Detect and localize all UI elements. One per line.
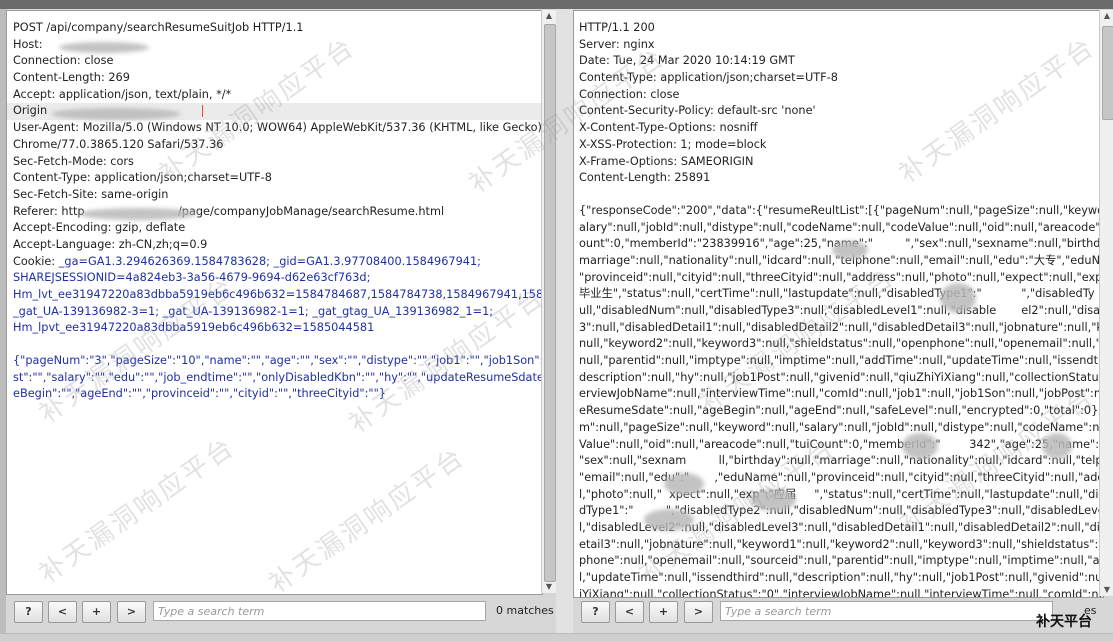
- response-body-line: eResumeSdate":null,"ageBegin":null,"ageE…: [579, 404, 1103, 418]
- scroll-up-icon[interactable]: ▲: [542, 10, 556, 22]
- redaction-blur: [1042, 433, 1072, 459]
- help-button[interactable]: ?: [581, 601, 610, 623]
- response-scrollbar[interactable]: ▲ ▼: [1099, 10, 1113, 596]
- content-type-header: Content-Type: application/json;charset=U…: [13, 171, 272, 185]
- response-body-line: null,"parentid":null,"imptype":null,"imp…: [579, 354, 1103, 368]
- cookie-header: Cookie: _ga=GA1.3.294626369.1584783628; …: [13, 254, 542, 271]
- redaction-blur: [644, 509, 694, 531]
- origin-label: Origin: [13, 104, 48, 118]
- help-button[interactable]: ?: [14, 601, 43, 623]
- user-agent-header: User-Agent: Mozilla/5.0 (Windows NT 10.0…: [13, 121, 542, 135]
- response-body-line: iYiXiang":null,"collectionStatus":"0","i…: [579, 587, 1103, 598]
- redaction-blur: [940, 283, 976, 313]
- cookie-value-line: Hm_lpvt_ee31947220a83dbba5919eb6c496b632…: [13, 321, 375, 335]
- response-pane[interactable]: HTTP/1.1 200 Server: nginx Date: Tue, 24…: [573, 10, 1104, 598]
- request-body-line: st":"","salary":"","edu":"","job_endtime…: [13, 370, 542, 384]
- next-button[interactable]: >: [117, 601, 146, 623]
- cookie-value: _ga=GA1.3.294626369.1584783628; _gid=GA1…: [58, 254, 481, 268]
- response-body-line: etail3":null,"jobnature":null,"keyword1"…: [579, 537, 1103, 551]
- content-length-header: Content-Length: 25891: [579, 171, 711, 185]
- request-scrollbar[interactable]: ▲ ▼: [541, 10, 556, 593]
- redaction-blur: [750, 489, 796, 511]
- user-agent-header-cont: Chrome/77.0.3865.120 Safari/537.36: [13, 137, 224, 151]
- request-editor[interactable]: POST /api/company/searchResumeSuitJob HT…: [7, 11, 542, 594]
- response-body-line: ull,"disabledNum":null,"disabledType3":n…: [579, 304, 1103, 317]
- redaction-blur: [59, 42, 149, 53]
- header-body-separator: [13, 337, 542, 353]
- response-body-line: "sex":null,"sexnam ll,"birthday":null,"m…: [579, 454, 1103, 468]
- sec-fetch-site-header: Sec-Fetch-Site: same-origin: [13, 187, 169, 201]
- origin-cursor: [202, 105, 204, 118]
- request-body-line: {"pageNum":"3","pageSize":"10","name":""…: [13, 354, 542, 368]
- cookie-label: Cookie:: [13, 254, 59, 268]
- response-body-line: description":null,"hy":null,"job1Post":n…: [579, 370, 1103, 384]
- previous-button[interactable]: <: [48, 601, 77, 623]
- accept-header: Accept: application/json, text/plain, */…: [13, 87, 232, 101]
- cookie-value-line: SHAREJSESSIONID=4a824eb3-3a56-4679-9694-…: [13, 271, 371, 285]
- server-header: Server: nginx: [579, 37, 655, 51]
- response-body-line: null,"keyword2":null,"keyword3":null,"sh…: [579, 337, 1103, 351]
- response-body-line: Value":null,"oid":null,"areacode":null,"…: [579, 437, 1103, 451]
- scroll-up-icon[interactable]: ▲: [1100, 10, 1113, 22]
- response-body-line: {"responseCode":"200","data":{"resumeReu…: [579, 203, 1103, 217]
- content-length-header: Content-Length: 269: [13, 71, 130, 85]
- csp-header: Content-Security-Policy: default-src 'no…: [579, 104, 816, 118]
- status-line: HTTP/1.1 200: [579, 21, 655, 34]
- next-button[interactable]: >: [684, 601, 713, 623]
- x-xss-protection-header: X-XSS-Protection: 1; mode=block: [579, 137, 767, 151]
- scroll-thumb[interactable]: [1102, 26, 1113, 120]
- x-content-type-options-header: X-Content-Type-Options: nosniff: [579, 121, 758, 135]
- response-body-line: m":null,"pageSize":null,"keyword":null,"…: [579, 420, 1103, 434]
- redaction-blur: [79, 208, 197, 220]
- header-body-separator: [579, 187, 1103, 203]
- content-type-header: Content-Type: application/json;charset=U…: [579, 71, 838, 85]
- redaction-blur: [832, 241, 868, 259]
- scroll-down-icon[interactable]: ▼: [1100, 584, 1113, 596]
- previous-button[interactable]: <: [615, 601, 644, 623]
- response-body-line: alary":null,"jobId":null,"distype":null,…: [579, 220, 1103, 234]
- match-count: 0 matches: [496, 604, 554, 617]
- cookie-value-line: Hm_lvt_ee31947220a83dbba5919eb6c496b632=…: [13, 288, 542, 301]
- accept-encoding-header: Accept-Encoding: gzip, deflate: [13, 221, 186, 235]
- search-input[interactable]: Type a search term: [720, 601, 1053, 621]
- window-top-bar: [0, 0, 1113, 9]
- add-button[interactable]: +: [649, 601, 678, 623]
- response-body-line: 毕业生","status":null,"certTime":null,"last…: [579, 287, 1103, 301]
- response-editor[interactable]: HTTP/1.1 200 Server: nginx Date: Tue, 24…: [574, 11, 1103, 597]
- response-body-line: "email":null,"edu":" ,"eduName":null,"pr…: [579, 470, 1103, 484]
- sec-fetch-mode-header: Sec-Fetch-Mode: cors: [13, 154, 134, 168]
- redaction-blur: [664, 473, 704, 495]
- accept-language-header: Accept-Language: zh-CN,zh;q=0.9: [13, 237, 208, 251]
- response-body-line: phone":null,"openemail":null,"sourceid":…: [579, 554, 1103, 568]
- search-input[interactable]: Type a search term: [153, 601, 486, 621]
- pane-divider[interactable]: [556, 9, 573, 640]
- cookie-value-line: _gat_UA-139136982-3=1; _gat_UA-139136982…: [13, 304, 494, 318]
- request-line: POST /api/company/searchResumeSuitJob HT…: [13, 21, 304, 34]
- request-pane[interactable]: POST /api/company/searchResumeSuitJob HT…: [6, 10, 543, 595]
- connection-header: Connection: close: [13, 54, 114, 68]
- redaction-blur: [51, 108, 181, 120]
- scroll-thumb[interactable]: [544, 24, 556, 582]
- date-header: Date: Tue, 24 Mar 2020 10:14:19 GMT: [579, 54, 795, 68]
- connection-header: Connection: close: [579, 87, 680, 101]
- x-frame-options-header: X-Frame-Options: SAMEORIGIN: [579, 154, 754, 168]
- response-search-toolbar: ? < + > Type a search term es: [581, 601, 1111, 629]
- request-search-toolbar: ? < + > Type a search term 0 matches: [14, 601, 554, 629]
- response-body-line: 3":null,"disabledDetail1":null,"disabled…: [579, 320, 1103, 334]
- response-body-line: erviewJobName":null,"interviewTime":null…: [579, 387, 1103, 401]
- redaction-blur: [902, 433, 938, 459]
- response-body-line: "provinceid":null,"cityid":null,"threeCi…: [579, 270, 1103, 284]
- add-button[interactable]: +: [82, 601, 111, 623]
- response-body-line: l,"updateTime":null,"issendthird":null,"…: [579, 571, 1103, 584]
- scroll-down-icon[interactable]: ▼: [542, 581, 556, 593]
- request-body-line: eBegin":"","ageEnd":"","provinceid":"","…: [13, 387, 386, 401]
- response-body-line: l,"photo":null," xpect":null,"exp":"应届 "…: [579, 487, 1103, 501]
- brand-logo: 补天平台: [1036, 614, 1092, 630]
